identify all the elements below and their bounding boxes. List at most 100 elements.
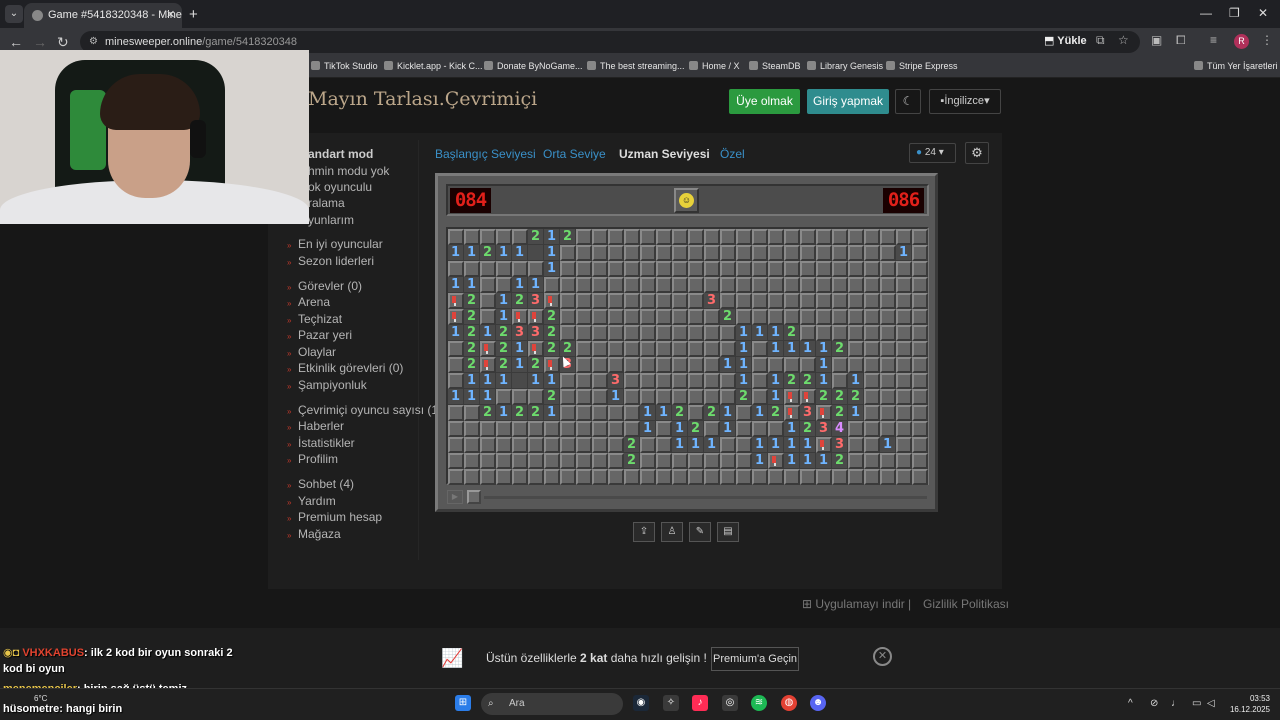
closed-cell[interactable] bbox=[912, 453, 928, 469]
closed-cell[interactable] bbox=[752, 261, 768, 277]
closed-cell[interactable] bbox=[576, 325, 592, 341]
number-cell[interactable]: 1 bbox=[896, 245, 912, 261]
closed-cell[interactable] bbox=[592, 357, 608, 373]
closed-cell[interactable] bbox=[848, 309, 864, 325]
number-cell[interactable]: 1 bbox=[672, 437, 688, 453]
closed-cell[interactable] bbox=[912, 245, 928, 261]
closed-cell[interactable] bbox=[608, 277, 624, 293]
closed-cell[interactable] bbox=[800, 261, 816, 277]
number-cell[interactable]: 2 bbox=[464, 357, 480, 373]
number-cell[interactable]: 1 bbox=[800, 437, 816, 453]
closed-cell[interactable] bbox=[592, 421, 608, 437]
closed-cell[interactable] bbox=[880, 261, 896, 277]
sidebar-item-news[interactable]: Haberler bbox=[298, 419, 344, 433]
translate-icon[interactable]: ⧉ bbox=[1096, 33, 1105, 48]
flag-icon[interactable] bbox=[816, 405, 832, 421]
number-cell[interactable]: 1 bbox=[880, 437, 896, 453]
closed-cell[interactable] bbox=[848, 357, 864, 373]
closed-cell[interactable] bbox=[896, 453, 912, 469]
number-cell[interactable]: 3 bbox=[528, 293, 544, 309]
closed-cell[interactable] bbox=[672, 469, 688, 485]
closed-cell[interactable] bbox=[736, 293, 752, 309]
closed-cell[interactable] bbox=[768, 277, 784, 293]
edit-icon[interactable]: ✎ bbox=[689, 522, 711, 542]
sidebar-item-shop[interactable]: Mağaza bbox=[298, 527, 341, 541]
closed-cell[interactable] bbox=[784, 309, 800, 325]
closed-cell[interactable] bbox=[720, 277, 736, 293]
closed-cell[interactable] bbox=[640, 309, 656, 325]
number-cell[interactable]: 4 bbox=[832, 421, 848, 437]
closed-cell[interactable] bbox=[688, 389, 704, 405]
closed-cell[interactable] bbox=[912, 261, 928, 277]
closed-cell[interactable] bbox=[608, 325, 624, 341]
closed-cell[interactable] bbox=[896, 261, 912, 277]
closed-cell[interactable] bbox=[880, 309, 896, 325]
closed-cell[interactable] bbox=[816, 277, 832, 293]
number-cell[interactable]: 1 bbox=[544, 373, 560, 389]
closed-cell[interactable] bbox=[816, 293, 832, 309]
closed-cell[interactable] bbox=[528, 453, 544, 469]
sidebar-item-premium[interactable]: Premium hesap bbox=[298, 510, 382, 524]
number-cell[interactable]: 1 bbox=[656, 405, 672, 421]
closed-cell[interactable] bbox=[640, 357, 656, 373]
new-tab-icon[interactable]: + bbox=[189, 6, 198, 23]
closed-cell[interactable] bbox=[832, 325, 848, 341]
closed-cell[interactable] bbox=[592, 453, 608, 469]
closed-cell[interactable] bbox=[480, 421, 496, 437]
closed-cell[interactable] bbox=[704, 373, 720, 389]
closed-cell[interactable] bbox=[816, 245, 832, 261]
closed-cell[interactable] bbox=[912, 325, 928, 341]
bookmark-item[interactable]: Stripe Express bbox=[886, 61, 958, 71]
closed-cell[interactable] bbox=[624, 277, 640, 293]
closed-cell[interactable] bbox=[640, 277, 656, 293]
closed-cell[interactable] bbox=[672, 453, 688, 469]
closed-cell[interactable] bbox=[576, 453, 592, 469]
closed-cell[interactable] bbox=[704, 453, 720, 469]
number-cell[interactable]: 2 bbox=[544, 341, 560, 357]
closed-cell[interactable] bbox=[688, 277, 704, 293]
closed-cell[interactable] bbox=[480, 229, 496, 245]
closed-cell[interactable] bbox=[672, 277, 688, 293]
wifi-icon[interactable]: ▭ bbox=[1192, 698, 1201, 709]
closed-cell[interactable] bbox=[752, 357, 768, 373]
closed-cell[interactable] bbox=[512, 229, 528, 245]
closed-cell[interactable] bbox=[912, 437, 928, 453]
closed-cell[interactable] bbox=[544, 469, 560, 485]
closed-cell[interactable] bbox=[896, 405, 912, 421]
browser-menu-icon[interactable]: ⋮ bbox=[1261, 33, 1273, 47]
network-icon[interactable]: ⊘ bbox=[1150, 698, 1158, 709]
closed-cell[interactable] bbox=[848, 453, 864, 469]
closed-cell[interactable] bbox=[736, 405, 752, 421]
number-cell[interactable]: 2 bbox=[544, 389, 560, 405]
number-cell[interactable]: 1 bbox=[464, 373, 480, 389]
closed-cell[interactable] bbox=[496, 469, 512, 485]
closed-cell[interactable] bbox=[656, 277, 672, 293]
closed-cell[interactable] bbox=[832, 373, 848, 389]
closed-cell[interactable] bbox=[448, 469, 464, 485]
closed-cell[interactable] bbox=[624, 389, 640, 405]
closed-cell[interactable] bbox=[592, 469, 608, 485]
number-cell[interactable]: 2 bbox=[800, 373, 816, 389]
number-cell[interactable]: 2 bbox=[496, 325, 512, 341]
closed-cell[interactable] bbox=[464, 405, 480, 421]
closed-cell[interactable] bbox=[464, 229, 480, 245]
closed-cell[interactable] bbox=[800, 309, 816, 325]
closed-cell[interactable] bbox=[832, 229, 848, 245]
closed-cell[interactable] bbox=[592, 261, 608, 277]
closed-cell[interactable] bbox=[464, 453, 480, 469]
closed-cell[interactable] bbox=[560, 245, 576, 261]
closed-cell[interactable] bbox=[576, 421, 592, 437]
number-cell[interactable]: 2 bbox=[720, 309, 736, 325]
settings-gear-icon[interactable]: ⚙ bbox=[965, 142, 989, 164]
number-cell[interactable]: 3 bbox=[528, 325, 544, 341]
number-cell[interactable]: 1 bbox=[736, 357, 752, 373]
closed-cell[interactable] bbox=[624, 325, 640, 341]
closed-cell[interactable] bbox=[896, 277, 912, 293]
closed-cell[interactable] bbox=[624, 293, 640, 309]
closed-cell[interactable] bbox=[448, 341, 464, 357]
closed-cell[interactable] bbox=[832, 357, 848, 373]
closed-cell[interactable] bbox=[688, 245, 704, 261]
number-cell[interactable]: 2 bbox=[832, 341, 848, 357]
closed-cell[interactable] bbox=[560, 293, 576, 309]
number-cell[interactable]: 1 bbox=[736, 325, 752, 341]
